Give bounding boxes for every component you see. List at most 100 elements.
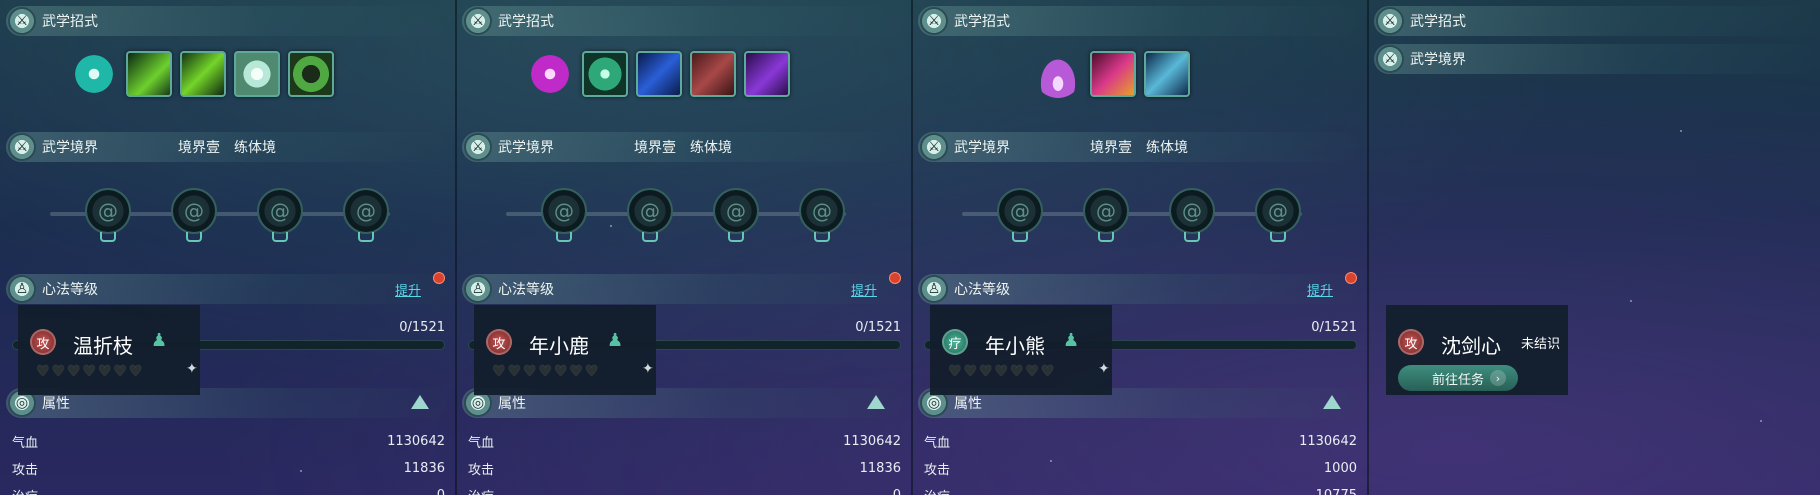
realm-section-title: 武学境界 [1410, 52, 1466, 68]
heart-icon: ♥ [66, 362, 81, 380]
skill-icon[interactable] [744, 51, 790, 97]
jade-ring-icon: ♙ [464, 275, 492, 303]
stat-value: 0 [893, 488, 901, 495]
stat-value: 10775 [1316, 488, 1357, 495]
hat-icon: ♟ [1063, 330, 1080, 351]
jade-ring-icon: ⚔ [8, 133, 36, 161]
stat-value: 1130642 [387, 434, 445, 449]
stat-row: 攻击 11836 [468, 455, 901, 482]
stat-row: 气血 1130642 [468, 428, 901, 455]
locked-swirl-icon[interactable]: @ [85, 188, 131, 234]
stat-value: 11836 [859, 461, 901, 476]
heart-icon: ♥ [963, 362, 977, 380]
skill-icon[interactable] [288, 51, 334, 97]
skills-section-title: 武学招式 [42, 14, 98, 30]
locked-swirl-icon[interactable]: @ [541, 188, 587, 234]
attr-section-title: 属性 [954, 396, 982, 412]
upgrade-link[interactable]: 提升 [1307, 280, 1333, 299]
stat-label: 治疗 [12, 486, 38, 495]
heart-icon: ♥ [538, 362, 552, 380]
locked-swirl-icon[interactable]: @ [343, 188, 389, 234]
character-card[interactable]: 攻 沈剑心 未结识 前往任务 › [1386, 305, 1568, 395]
skills-section-header: ⚔ 武学招式 [1374, 6, 1815, 36]
realm-section-header: ⚔ 武学境界 [1374, 44, 1815, 74]
skills-section-header: ⚔ 武学招式 [918, 6, 1359, 36]
skill-icon[interactable] [582, 51, 628, 97]
jade-ring-icon: ♙ [8, 275, 36, 303]
character-name: 沈剑心 [1441, 334, 1501, 358]
favor-hearts: ♥ ♥ ♥ ♥ ♥ ♥ ♥ [948, 362, 1054, 380]
jade-ring-icon: ⚔ [920, 7, 948, 35]
goto-quest-button[interactable]: 前往任务 › [1398, 365, 1518, 391]
method-progress-text: 0/1521 [855, 320, 901, 335]
locked-swirl-icon[interactable]: @ [1083, 188, 1129, 234]
heart-icon: ♥ [51, 362, 65, 380]
character-card[interactable]: 攻 温折枝 ♟ ♥ ♥ ♥ ♥ ♥ ♥ ♥ ✦ [18, 305, 200, 395]
method-section-title: 心法等级 [42, 282, 98, 298]
skill-main-icon[interactable] [1034, 50, 1082, 98]
skills-section-header: ⚔ 武学招式 [6, 6, 447, 36]
relation-status: 未结识 [1521, 337, 1561, 352]
heart-icon: ♥ [994, 362, 1008, 380]
node-tab [186, 232, 202, 242]
stat-label: 攻击 [12, 463, 39, 478]
stat-row: 气血 1130642 [12, 428, 445, 455]
role-badge: 攻 [486, 329, 512, 355]
locked-swirl-icon[interactable]: @ [799, 188, 845, 234]
goto-quest-label: 前往任务 [1432, 372, 1485, 388]
character-panel-4: ⚔ 武学招式 ⚔ 武学境界 攻 沈剑心 未结识 前往任务 › [1368, 0, 1820, 495]
node-tab [1184, 232, 1200, 242]
locked-swirl-icon[interactable]: @ [713, 188, 759, 234]
locked-swirl-icon[interactable]: @ [1255, 188, 1301, 234]
locked-swirl-icon[interactable]: @ [1169, 188, 1215, 234]
stats-list: 气血 1130642 攻击 11836 治疗 0 [468, 428, 901, 495]
stat-value: 1130642 [843, 434, 901, 449]
skill-icon[interactable] [180, 51, 226, 97]
favor-hearts: ♥ ♥ ♥ ♥ ♥ ♥ ♥ [36, 362, 142, 380]
locked-swirl-icon[interactable]: @ [627, 188, 673, 234]
skill-main-icon[interactable] [70, 50, 118, 98]
skill-icon[interactable] [690, 51, 736, 97]
skill-main-icon[interactable] [526, 50, 574, 98]
upgrade-link[interactable]: 提升 [851, 280, 877, 299]
character-panel-3: ⚔ 武学招式 ⚔ 武学境界 境界壹 练体境 @ @ @ @ ♙ 心法等级 提升 … [912, 0, 1367, 495]
jade-ring-icon: ⚔ [464, 7, 492, 35]
hat-icon: ♟ [151, 330, 168, 351]
method-section-title: 心法等级 [954, 282, 1010, 298]
character-name: 年小鹿 [529, 334, 589, 358]
collapse-triangle-icon[interactable] [867, 395, 885, 409]
figure-icon: ✦ [1098, 361, 1110, 377]
heart-icon: ♥ [1009, 362, 1024, 380]
realm-section-title: 武学境界 [498, 140, 554, 156]
skill-icon[interactable] [636, 51, 682, 97]
heart-icon: ♥ [553, 362, 568, 380]
skills-section-title: 武学招式 [498, 14, 554, 30]
stats-list: 气血 1130642 攻击 1000 治疗 10775 [924, 428, 1357, 495]
stat-row: 气血 1130642 [924, 428, 1357, 455]
realm-track: @ @ @ @ [496, 188, 856, 248]
upgrade-link[interactable]: 提升 [395, 280, 421, 299]
skill-list [70, 50, 334, 98]
skill-icon[interactable] [1090, 51, 1136, 97]
heart-icon: ♥ [569, 362, 583, 380]
figure-icon: ✦ [186, 361, 198, 377]
node-tab [358, 232, 374, 242]
locked-swirl-icon[interactable]: @ [257, 188, 303, 234]
locked-swirl-icon[interactable]: @ [171, 188, 217, 234]
method-progress-text: 0/1521 [1311, 320, 1357, 335]
node-tab [642, 232, 658, 242]
skill-icon[interactable] [1144, 51, 1190, 97]
heart-icon: ♥ [522, 362, 537, 380]
skill-icon[interactable] [126, 51, 172, 97]
collapse-triangle-icon[interactable] [411, 395, 429, 409]
realm-level: 境界壹 [178, 140, 220, 156]
attr-section-title: 属性 [498, 396, 526, 412]
character-card[interactable]: 疗 年小熊 ♟ ♥ ♥ ♥ ♥ ♥ ♥ ♥ ✦ [930, 305, 1112, 395]
locked-swirl-icon[interactable]: @ [997, 188, 1043, 234]
character-card[interactable]: 攻 年小鹿 ♟ ♥ ♥ ♥ ♥ ♥ ♥ ♥ ✦ [474, 305, 656, 395]
collapse-triangle-icon[interactable] [1323, 395, 1341, 409]
figure-icon: ✦ [642, 361, 654, 377]
stat-label: 治疗 [924, 486, 950, 495]
realm-stage: 练体境 [234, 140, 276, 156]
skill-icon[interactable] [234, 51, 280, 97]
